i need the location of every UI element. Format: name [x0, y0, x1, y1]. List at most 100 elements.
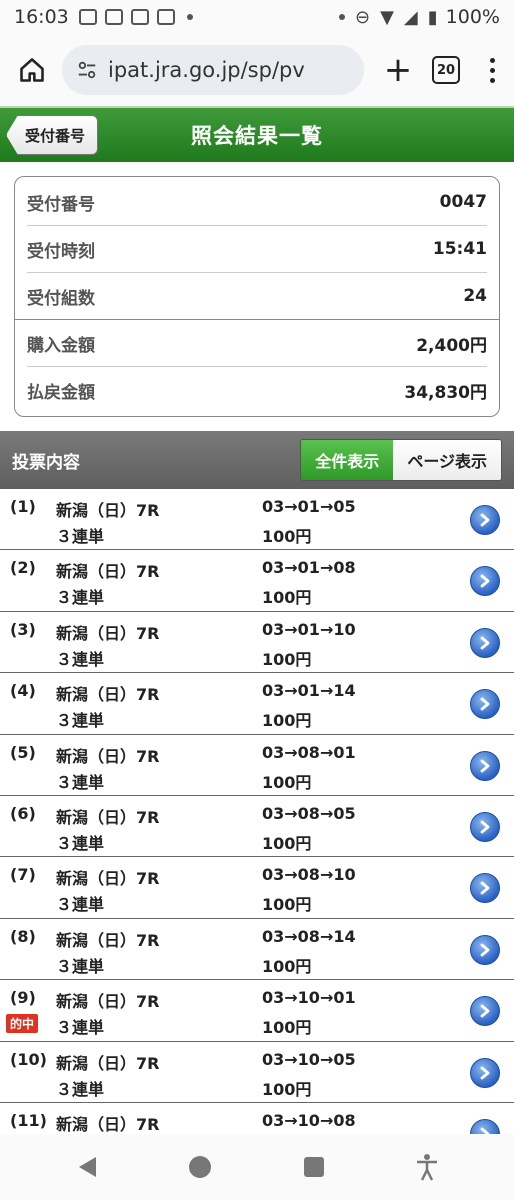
bet-type: ３連単: [56, 956, 105, 976]
bet-combination: 03→01→10: [262, 619, 356, 639]
summary-value: 34,830円: [404, 383, 487, 403]
bet-race: 新潟（日）7R: [56, 501, 160, 520]
bet-type: ３連単: [56, 588, 105, 608]
bet-row[interactable]: (5) 新潟（日）7R ３連単 03→08→01 100円: [0, 735, 514, 796]
bet-combination: 03→08→05: [262, 803, 356, 823]
menu-dot-icon: [489, 77, 495, 83]
chevron-right-icon: [480, 881, 490, 895]
summary-row-set-count: 受付組数 24: [15, 273, 499, 320]
bet-combination: 03→01→05: [262, 497, 356, 516]
chevron-right-icon: [480, 636, 490, 650]
summary-row-purchase-amount: 購入金額 2,400円: [27, 320, 487, 367]
bet-amount: 100円: [262, 527, 312, 546]
page-header: 受付番号 照会結果一覧: [0, 106, 514, 162]
detail-arrow-button[interactable]: [470, 873, 500, 904]
notification-icon: [78, 9, 97, 25]
recents-square-icon: [303, 1157, 324, 1177]
back-button[interactable]: 受付番号: [6, 115, 99, 155]
new-tab-button[interactable]: +: [378, 50, 418, 90]
chevron-right-icon: [480, 943, 490, 957]
bet-race: 新潟（日）7R: [56, 869, 160, 889]
accessibility-button[interactable]: [407, 1147, 447, 1187]
hit-badge: 的中: [6, 1014, 39, 1034]
bet-race: 新潟（日）7R: [56, 623, 160, 643]
summary-value: 24: [463, 286, 487, 306]
wifi-icon: ▼: [380, 6, 394, 28]
home-button[interactable]: [12, 50, 52, 90]
bet-row[interactable]: (2) 新潟（日）7R ３連単 03→01→08 100円: [0, 550, 514, 612]
notification-icon: [156, 9, 175, 25]
summary-label: 払戻金額: [27, 383, 95, 403]
bet-type: ３連単: [56, 833, 105, 853]
summary-value: 0047: [439, 192, 487, 212]
address-bar[interactable]: ipat.jra.go.jp/sp/pv: [62, 45, 364, 95]
url-text: ipat.jra.go.jp/sp/pv: [108, 58, 305, 82]
back-nav-button[interactable]: [67, 1147, 107, 1187]
summary-value: 2,400円: [416, 335, 487, 356]
bet-type: ３連単: [56, 1018, 105, 1038]
detail-arrow-button[interactable]: [470, 750, 500, 781]
bet-type: ３連単: [56, 772, 105, 792]
bet-number: (3): [10, 619, 36, 639]
bet-number: (6): [10, 803, 36, 823]
home-nav-button[interactable]: [180, 1147, 220, 1187]
detail-arrow-button[interactable]: [470, 689, 500, 720]
bet-amount: 100円: [262, 1079, 312, 1099]
bet-amount: 100円: [262, 588, 312, 608]
bet-combination: 03→10→08: [262, 1110, 356, 1130]
bet-row[interactable]: (4) 新潟（日）7R ３連単 03→01→14 100円: [0, 673, 514, 735]
bet-row[interactable]: (8) 新潟（日）7R ３連単 03→08→14 100円: [0, 919, 514, 981]
bet-race: 新潟（日）7R: [56, 562, 160, 582]
detail-arrow-button[interactable]: [470, 1057, 500, 1088]
bet-combination: 03→01→08: [262, 558, 356, 578]
detail-arrow-button[interactable]: [470, 811, 500, 842]
detail-arrow-button[interactable]: [470, 627, 500, 658]
summary-label: 購入金額: [27, 335, 95, 356]
summary-label: 受付組数: [27, 288, 95, 309]
battery-level: 100%: [445, 6, 500, 28]
bet-type: ３連単: [56, 527, 105, 546]
chevron-right-icon: [480, 513, 490, 527]
bet-number: (5): [10, 742, 36, 762]
show-all-button[interactable]: 全件表示: [301, 440, 394, 480]
display-mode-toggle: 全件表示 ページ表示: [300, 439, 502, 481]
page-view-button[interactable]: ページ表示: [393, 440, 501, 480]
notification-icon: [104, 9, 123, 25]
bet-row[interactable]: (10) 新潟（日）7R ３連単 03→10→05 100円: [0, 1042, 514, 1103]
bet-number: (10): [10, 1049, 47, 1069]
bet-amount: 100円: [262, 956, 312, 976]
summary-row-receipt-number: 受付番号 0047: [27, 179, 487, 226]
dot-icon: [338, 14, 345, 20]
summary-box: 受付番号 0047 受付時刻 15:41 受付組数 24 購入金額 2,400円…: [14, 176, 500, 417]
bet-combination: 03→08→01: [262, 742, 356, 762]
detail-arrow-button[interactable]: [470, 934, 500, 965]
bet-number: (9): [10, 988, 36, 1008]
bet-race: 新潟（日）7R: [56, 685, 160, 705]
detail-arrow-button[interactable]: [470, 996, 500, 1027]
recents-nav-button[interactable]: [294, 1147, 334, 1187]
bet-row[interactable]: (9) 新潟（日）7R ３連単 03→10→01 100円 的中: [0, 980, 514, 1042]
accessibility-icon: [417, 1154, 438, 1181]
chevron-right-icon: [480, 759, 490, 772]
bet-number: (7): [10, 865, 36, 885]
bet-type: ３連単: [56, 649, 105, 669]
bet-row[interactable]: (3) 新潟（日）7R ３連単 03→01→10 100円: [0, 612, 514, 674]
bet-row[interactable]: (7) 新潟（日）7R ３連単 03→08→10 100円: [0, 857, 514, 919]
bet-combination: 03→10→05: [262, 1049, 356, 1069]
home-circle-icon: [189, 1156, 212, 1178]
browser-menu-button[interactable]: [482, 57, 502, 83]
chevron-right-icon: [480, 574, 490, 588]
site-settings-icon[interactable]: [76, 59, 98, 81]
status-bar: 16:03 ⊖ ▼ ◢ ▮ 100%: [0, 0, 514, 34]
bet-row[interactable]: (1) 新潟（日）7R ３連単 03→01→05 100円: [0, 489, 514, 551]
bet-number: (2): [10, 558, 36, 578]
tab-switcher-button[interactable]: 20: [432, 56, 460, 84]
detail-arrow-button[interactable]: [470, 505, 500, 535]
bet-row[interactable]: (6) 新潟（日）7R ３連単 03→08→05 100円: [0, 796, 514, 858]
detail-arrow-button[interactable]: [470, 566, 500, 597]
summary-value: 15:41: [432, 239, 487, 259]
summary-label: 受付時刻: [27, 241, 95, 262]
bet-combination: 03→08→10: [262, 865, 356, 885]
bet-amount: 100円: [262, 1018, 312, 1038]
bet-combination: 03→01→14: [262, 681, 356, 701]
